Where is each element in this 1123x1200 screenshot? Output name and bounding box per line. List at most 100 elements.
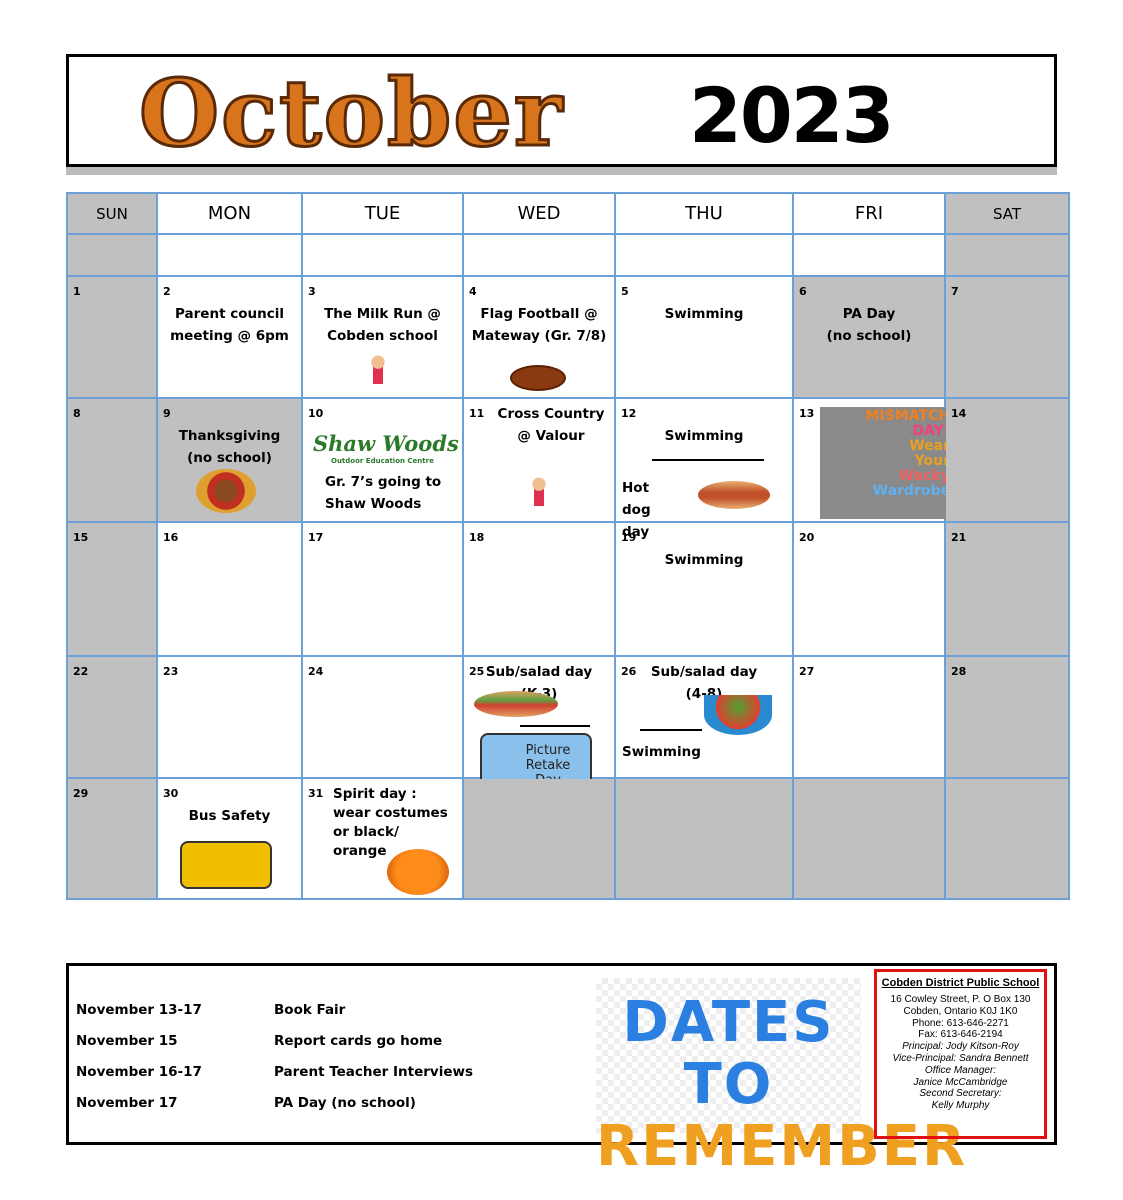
event-text: PA Day (no school) (794, 303, 944, 347)
calendar-week: 15 16 17 18 19 Swimming 20 21 (66, 521, 1070, 657)
school-staff-line: Vice-Principal: Sandra Bennett (892, 1052, 1029, 1064)
shaw-woods-logo-sub: Outdoor Education Centre (331, 457, 434, 465)
day-number: 22 (73, 665, 89, 678)
day-number: 5 (621, 285, 629, 298)
poster-line: Wacky (898, 468, 950, 484)
school-staff-line: Second Secretary: (919, 1088, 1002, 1100)
day-number: 16 (163, 531, 179, 544)
day-cell-8: 8 (66, 397, 158, 523)
calendar-week (66, 233, 1070, 277)
day-cell-18: 18 (462, 521, 616, 657)
event-text: Flag Football @ Mateway (Gr. 7/8) (464, 303, 614, 347)
empty-cell (462, 233, 616, 277)
calendar-week: 22 23 24 25Sub/salad day(K-3)Picture Retake… (66, 655, 1070, 791)
dates-to-remember-section: November 13-17 Book Fair November 15 Report… (66, 963, 1057, 1178)
school-staff-line: Kelly Murphy (931, 1100, 990, 1112)
day-cell-23: 23 (156, 655, 303, 779)
reminder-event: PA Day (no school) (274, 1095, 416, 1111)
event-text: Thanksgiving (no school) (158, 425, 301, 469)
reminder-date: November 13-17 (76, 1002, 202, 1018)
empty-cell (66, 233, 158, 277)
day-number: 7 (951, 285, 959, 298)
event-line: meeting @ 6pm (170, 328, 289, 344)
day-cell-25: 25Sub/salad day(K-3)Picture Retake Day (462, 655, 616, 791)
day-cell-22: 22 (66, 655, 158, 779)
day-cell-30: 30 Bus Safety (156, 777, 303, 900)
weekday-header: THU (614, 192, 794, 235)
day-number: 18 (469, 531, 485, 544)
event-line: Swimming (664, 428, 744, 444)
day-cell-10: 10 Shaw Woods Outdoor Education Centre Gr. … (301, 397, 464, 523)
event-line: Spirit day : (333, 786, 417, 802)
day-cell-4: 4 Flag Football @ Mateway (Gr. 7/8) (462, 275, 616, 399)
shaw-woods-logo: Shaw Woods (313, 431, 459, 456)
day-cell-12: 12 Swimming Hot dog day (614, 397, 794, 540)
poster-line: DAY! (912, 423, 950, 439)
day-number: 24 (308, 665, 324, 678)
day-cell-24: 24 (301, 655, 464, 779)
day-cell-29: 29 (66, 777, 158, 900)
weekday-header: WED (462, 192, 616, 235)
school-info-line: 16 Cowley Street, P. O Box 130 (890, 994, 1031, 1005)
empty-cell (614, 777, 794, 900)
day-number: 21 (951, 531, 967, 544)
school-info-line: Cobden, Ontario K0J 1K0 (903, 1005, 1018, 1017)
day-cell-5: 5 Swimming (614, 275, 794, 399)
day-cell-17: 17 (301, 521, 464, 657)
day-number: 9 (163, 407, 171, 420)
empty-cell (944, 777, 1070, 900)
event-line: wear costumes (333, 805, 448, 821)
school-info-line: Phone: 613-646-2271 (912, 1017, 1009, 1029)
event-line: Sub/salad day (485, 664, 593, 680)
day-cell-2: 2 Parent council meeting @ 6pm (156, 275, 303, 399)
event-text: Spirit day : wear costumes or black/orange (303, 785, 462, 861)
day-number: 6 (799, 285, 807, 298)
event-text: Swimming (616, 549, 792, 571)
school-staff-line: Principal: Jody Kitson-Roy (902, 1041, 1019, 1053)
dtr-line: DATES TO (622, 990, 835, 1117)
day-number: 2 (163, 285, 171, 298)
day-cell-9: 9 Thanksgiving (no school) (156, 397, 303, 523)
day-number: 15 (73, 531, 89, 544)
event-extra: Swimming (622, 744, 701, 760)
event-line: @ Valour (517, 428, 585, 444)
event-text: Swimming (616, 303, 792, 325)
event-line: (no school) (187, 450, 272, 466)
mismatch-day-poster: MISMATCH DAY! Wear Your Wacky Wardrobe (820, 407, 956, 519)
weekday-header: SAT (944, 192, 1070, 235)
event-text: Parent council meeting @ 6pm (158, 303, 301, 347)
month-title: October (137, 58, 565, 169)
day-cell-1: 1 (66, 275, 158, 399)
calendar-week: 1 2 Parent council meeting @ 6pm 3 The Milk R… (66, 275, 1070, 399)
day-cell-13: 13 MISMATCH DAY! Wear Your Wacky Wardrobe (792, 397, 956, 523)
school-name: Cobden District Public School (881, 977, 1040, 989)
day-cell-26: 26 Sub/salad day (4-8) Swimming (614, 655, 794, 779)
event-text: Bus Safety (158, 805, 301, 827)
event-line: Mateway (Gr. 7/8) (471, 328, 607, 344)
event-line: Cross Country (497, 406, 605, 422)
reminder-event: Book Fair (274, 1002, 346, 1018)
football-icon (510, 365, 566, 391)
empty-cell (944, 233, 1070, 277)
event-line: Shaw Woods (325, 496, 422, 512)
calendar-week: 8 9 Thanksgiving (no school) 10 Shaw Woods Out… (66, 397, 1070, 540)
day-number: 10 (308, 407, 324, 420)
day-cell-27: 27 (792, 655, 946, 779)
empty-cell (301, 233, 464, 277)
day-number: 23 (163, 665, 179, 678)
day-number: 27 (799, 665, 815, 678)
poster-line: Your (914, 453, 950, 469)
day-number: 28 (951, 665, 967, 678)
empty-cell (792, 777, 946, 900)
calendar-grid: SUN MON TUE WED THU FRI SAT 1 2 Parent council me… (66, 192, 1070, 900)
day-cell-21: 21 (944, 521, 1070, 657)
event-line: (no school) (826, 328, 912, 344)
event-line: Sub/salad day (650, 664, 758, 680)
event-line: Bus Safety (188, 808, 271, 824)
empty-cell (156, 233, 303, 277)
hotdog-icon (698, 481, 770, 509)
day-cell-14: 14 (944, 397, 1070, 523)
day-cell-28: 28 (944, 655, 1070, 779)
event-line: Flag Football @ (480, 306, 598, 322)
weekday-header: MON (156, 192, 303, 235)
